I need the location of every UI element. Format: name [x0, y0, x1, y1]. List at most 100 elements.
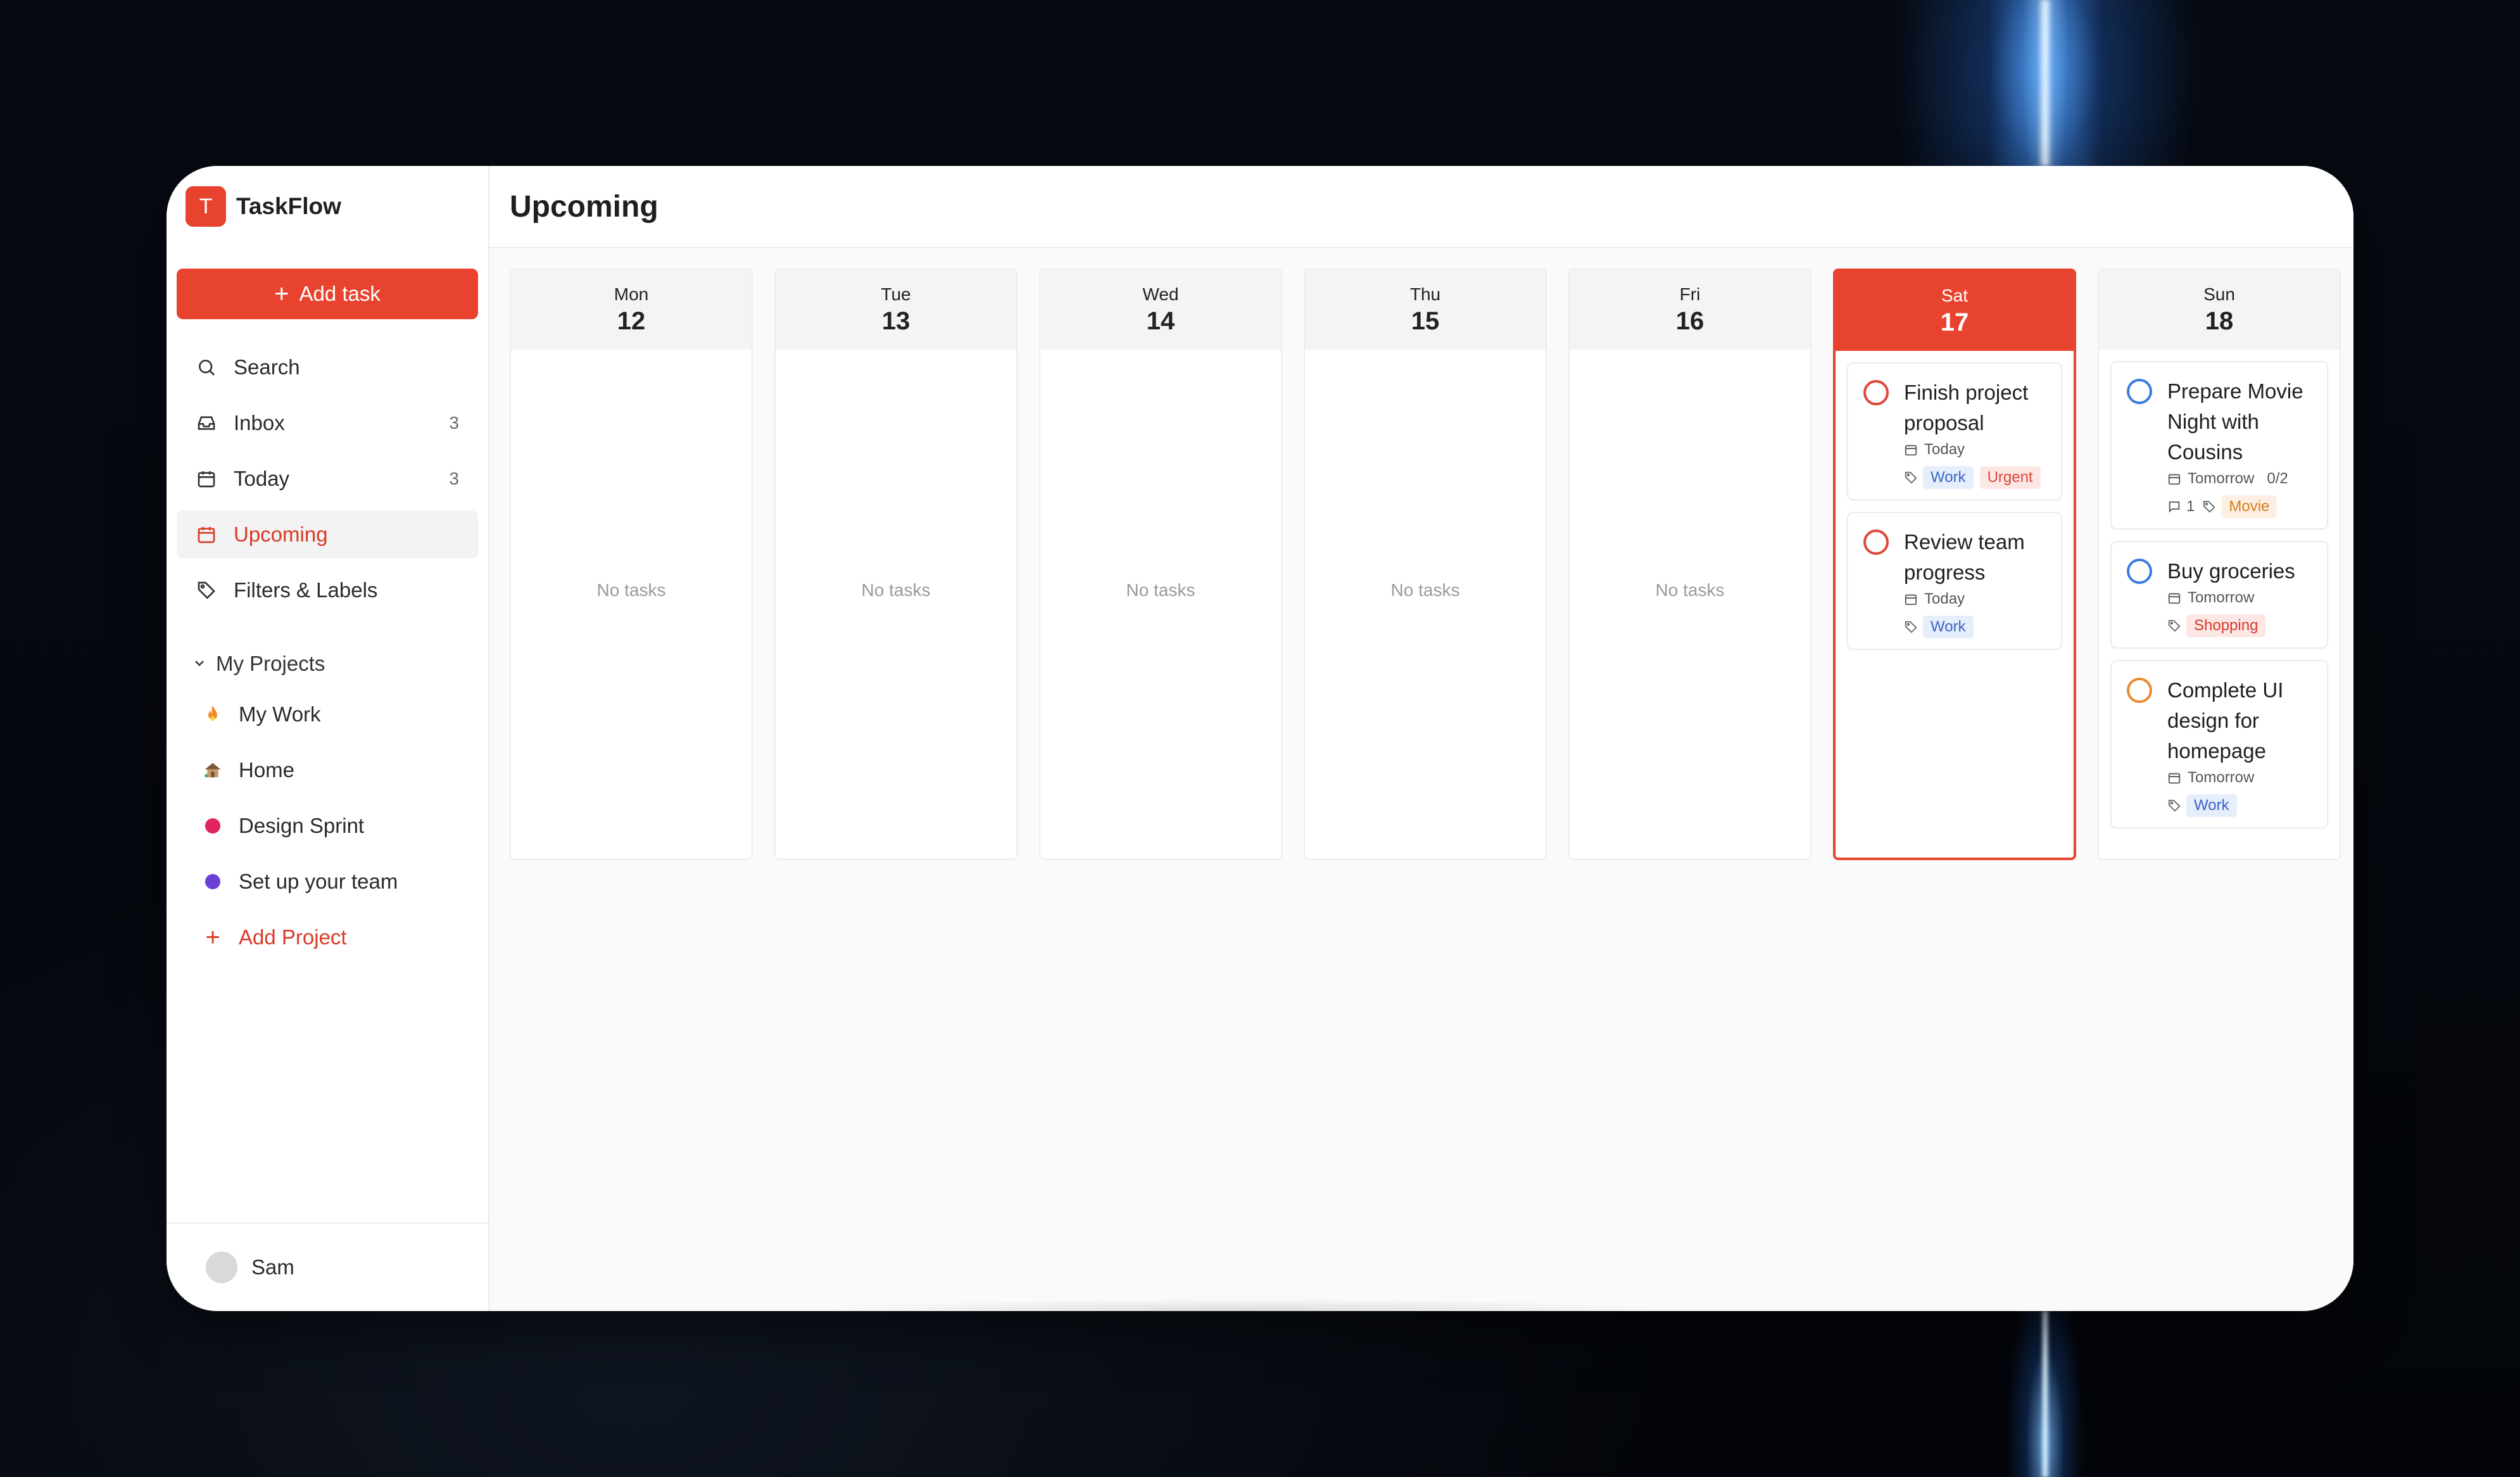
- label-chip[interactable]: Work: [2186, 794, 2237, 817]
- app-window: T TaskFlow + Add task Search Inbox 3 Tod…: [167, 166, 2353, 1311]
- project-my-work[interactable]: My Work: [177, 690, 478, 738]
- day-header: Wed 14: [1040, 270, 1281, 350]
- task-card[interactable]: Prepare Movie Night with Cousins Tomorro…: [2110, 361, 2328, 529]
- day-header: Fri 16: [1570, 270, 1810, 350]
- project-label: Design Sprint: [239, 814, 365, 837]
- my-projects-toggle[interactable]: My Projects: [167, 645, 488, 683]
- task-checkbox[interactable]: [1863, 529, 1889, 555]
- week-board: Mon 12 No tasks Tue 13 No tasks Wed 14 N…: [510, 269, 2341, 860]
- task-checkbox[interactable]: [2127, 678, 2152, 703]
- sidebar-item-filters-labels[interactable]: Filters & Labels: [177, 566, 478, 614]
- task-list: Prepare Movie Night with Cousins Tomorro…: [2099, 350, 2340, 828]
- background-light-beam-bottom: [2040, 1311, 2050, 1477]
- tag-icon: [1904, 471, 1918, 485]
- brand: T TaskFlow: [167, 166, 488, 247]
- project-set-up-your-team[interactable]: Set up your team: [177, 858, 478, 906]
- main-header: Upcoming: [489, 166, 2353, 248]
- add-project-button[interactable]: + Add Project: [177, 913, 478, 961]
- sidebar-item-upcoming[interactable]: Upcoming: [177, 510, 478, 559]
- task-card[interactable]: Complete UI design for homepage Tomorrow…: [2110, 660, 2328, 828]
- day-column-sun: Sun 18 Prepare Movie Night with Cousins …: [2098, 269, 2341, 860]
- task-tags: Work Urgent: [1904, 466, 2050, 489]
- task-checkbox[interactable]: [2127, 559, 2152, 584]
- user-menu[interactable]: Sam: [167, 1222, 488, 1311]
- day-number: 13: [881, 307, 910, 335]
- day-column-wed: Wed 14 No tasks: [1039, 269, 1282, 860]
- day-header: Mon 12: [511, 270, 752, 350]
- day-column-sat: Sat 17 Finish project proposal Today Wor…: [1833, 269, 2076, 860]
- sidebar-nav: Search Inbox 3 Today 3 Upcoming Filters …: [167, 336, 488, 614]
- project-label: Home: [239, 758, 295, 782]
- day-name: Sun: [2203, 284, 2235, 304]
- empty-state: No tasks: [1390, 580, 1460, 600]
- user-name: Sam: [251, 1255, 294, 1279]
- app-logo[interactable]: T: [186, 186, 226, 227]
- calendar-icon: [2168, 593, 2181, 604]
- day-name: Wed: [1142, 284, 1179, 304]
- day-number: 12: [617, 307, 646, 335]
- day-column-fri: Fri 16 No tasks: [1568, 269, 1811, 860]
- day-name: Thu: [1409, 284, 1441, 304]
- day-name: Mon: [614, 284, 649, 304]
- task-title: Complete UI design for homepage: [2167, 678, 2284, 763]
- due-label: Today: [1924, 441, 1965, 458]
- project-label: Set up your team: [239, 870, 398, 893]
- chevron-down-icon: [192, 652, 207, 676]
- task-card[interactable]: Buy groceries Tomorrow Shopping: [2110, 541, 2328, 649]
- search-icon: [196, 357, 217, 378]
- sidebar-item-inbox[interactable]: Inbox 3: [177, 399, 478, 447]
- project-home[interactable]: Home: [177, 746, 478, 794]
- calendar-icon: [196, 524, 217, 545]
- task-tags: Work: [1904, 616, 2050, 638]
- dot-icon: [203, 816, 222, 835]
- label-chip[interactable]: Movie: [2221, 495, 2277, 518]
- label-chip[interactable]: Work: [1923, 466, 1974, 489]
- tag-icon: [196, 580, 217, 601]
- sidebar-item-label: Upcoming: [234, 523, 328, 546]
- day-number: 15: [1411, 307, 1440, 335]
- add-task-label: Add task: [299, 282, 381, 305]
- project-design-sprint[interactable]: Design Sprint: [177, 802, 478, 850]
- house-emoji-icon: [203, 761, 222, 780]
- day-header: Thu 15: [1305, 270, 1546, 350]
- inbox-count: 3: [449, 413, 459, 433]
- today-count: 3: [449, 469, 459, 488]
- sidebar-item-label: Filters & Labels: [234, 578, 378, 602]
- task-due: Tomorrow: [2167, 589, 2315, 607]
- task-card[interactable]: Review team progress Today Work: [1847, 512, 2062, 650]
- due-label: Tomorrow: [2188, 769, 2255, 786]
- task-tags: Work: [2167, 794, 2315, 817]
- project-label: My Work: [239, 702, 321, 726]
- empty-state: No tasks: [1655, 580, 1725, 600]
- comment-count-value: 1: [2186, 498, 2195, 515]
- day-number: 17: [1940, 308, 1969, 336]
- task-checkbox[interactable]: [2127, 379, 2152, 404]
- sidebar-item-search[interactable]: Search: [177, 343, 478, 391]
- task-card[interactable]: Finish project proposal Today Work Urgen…: [1847, 362, 2062, 500]
- comment-count: 1: [2167, 498, 2195, 516]
- calendar-icon: [2168, 474, 2181, 485]
- sidebar-item-today[interactable]: Today 3: [177, 455, 478, 503]
- calendar-icon: [1905, 594, 1917, 605]
- empty-state: No tasks: [861, 580, 931, 600]
- task-title: Prepare Movie Night with Cousins: [2167, 379, 2303, 464]
- label-chip[interactable]: Urgent: [1979, 466, 2041, 489]
- empty-state: No tasks: [1126, 580, 1195, 600]
- task-due: Tomorrow 0/2: [2167, 470, 2315, 488]
- add-task-button[interactable]: + Add task: [177, 269, 478, 319]
- task-due: Today: [1904, 590, 2050, 608]
- day-column-thu: Thu 15 No tasks: [1304, 269, 1547, 860]
- plus-icon: +: [205, 923, 220, 951]
- task-tags: Shopping: [2167, 614, 2315, 637]
- due-label: Tomorrow: [2188, 470, 2255, 487]
- calendar-icon: [1905, 445, 1917, 456]
- label-chip[interactable]: Shopping: [2186, 614, 2266, 637]
- day-name: Sat: [1941, 285, 1969, 305]
- task-due: Today: [1904, 441, 2050, 459]
- task-checkbox[interactable]: [1863, 380, 1889, 405]
- empty-state: No tasks: [596, 580, 666, 600]
- tag-icon: [2167, 619, 2181, 633]
- label-chip[interactable]: Work: [1923, 616, 1974, 638]
- tag-icon: [2167, 799, 2181, 813]
- page-title: Upcoming: [510, 189, 658, 224]
